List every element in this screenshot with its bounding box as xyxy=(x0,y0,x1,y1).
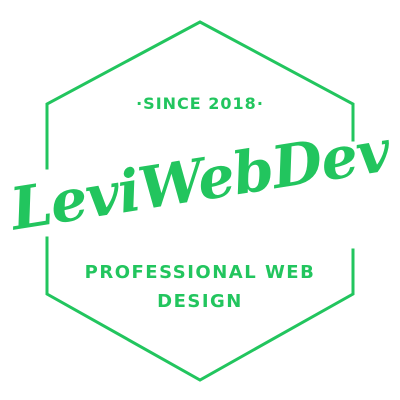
tagline-line-1: PROFESSIONAL WEB xyxy=(84,262,316,283)
tagline-line-2: DESIGN xyxy=(157,291,243,312)
logo-badge: ·SINCE 2018· LeviWebDev PROFESSIONAL WEB… xyxy=(0,0,400,400)
tagline: PROFESSIONAL WEB DESIGN xyxy=(0,258,400,316)
since-year-label: ·SINCE 2018· xyxy=(136,94,264,113)
